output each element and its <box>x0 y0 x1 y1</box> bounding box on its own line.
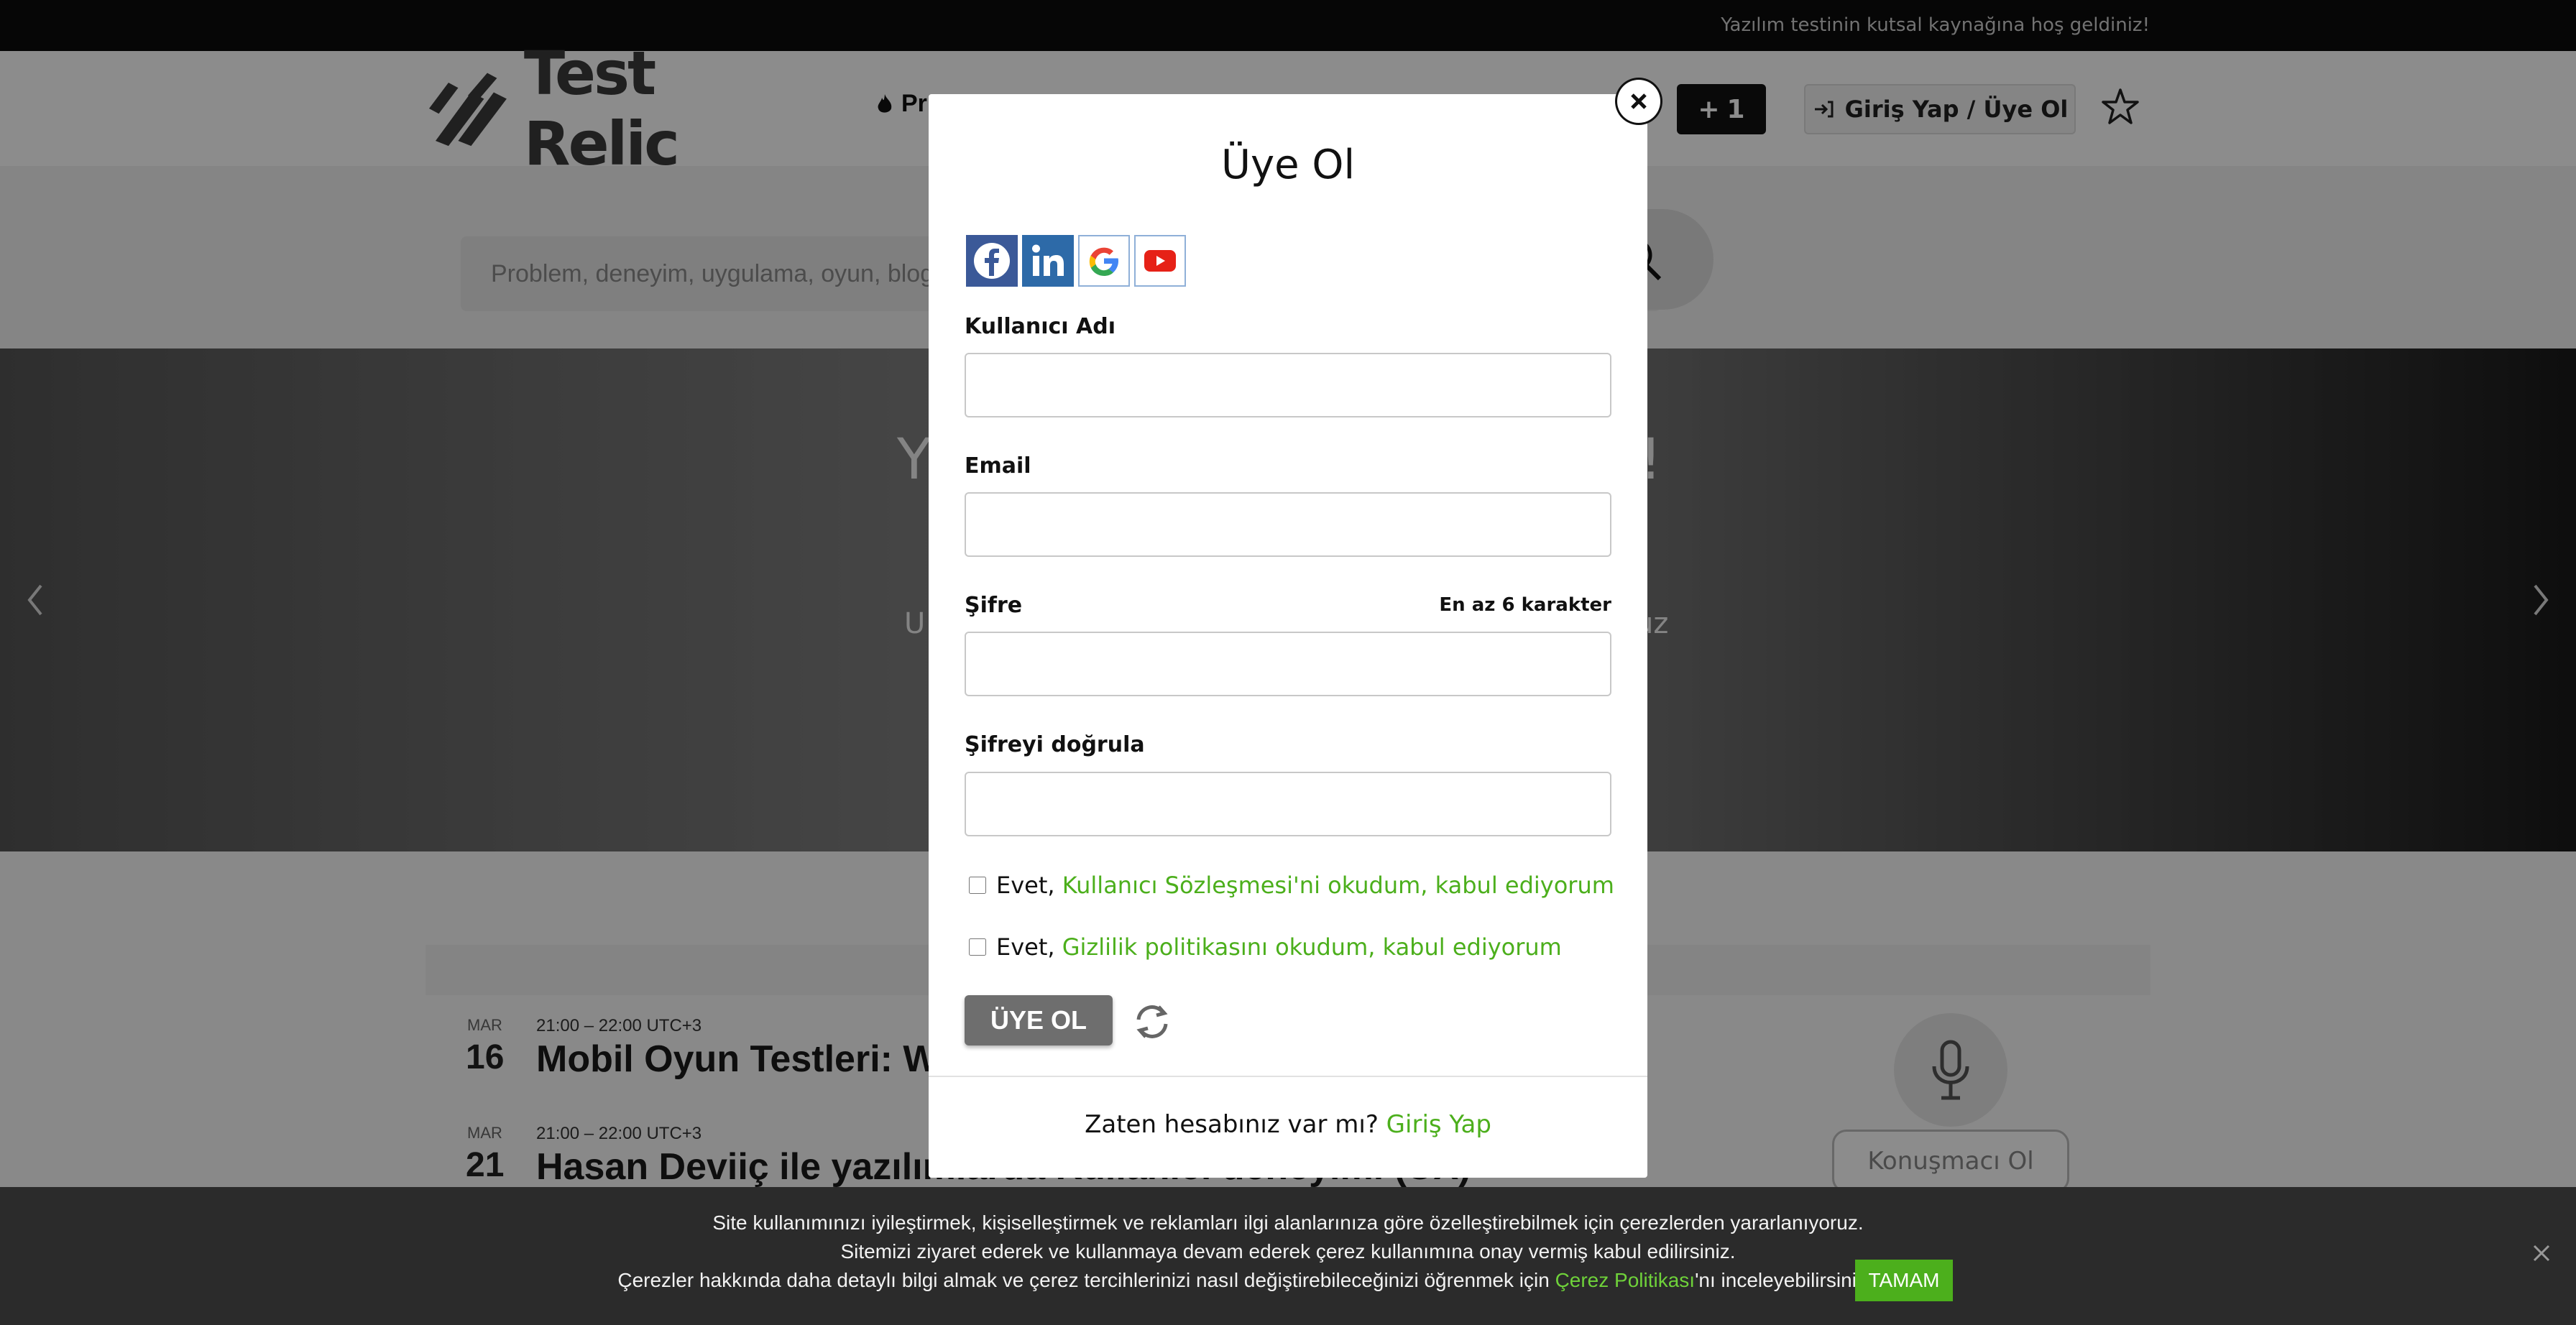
cookie-banner: Site kullanımınızı iyileştirmek, kişisel… <box>0 1187 2576 1325</box>
linkedin-login-button[interactable] <box>1022 235 1074 287</box>
confirm-password-label: Şifreyi doğrula <box>965 732 1145 757</box>
email-label: Email <box>965 453 1031 479</box>
username-field[interactable] <box>965 353 1611 417</box>
google-login-button[interactable] <box>1078 235 1130 287</box>
terms-link[interactable]: Kullanıcı Sözleşmesi'ni okudum, kabul ed… <box>1062 872 1614 899</box>
privacy-checkbox[interactable] <box>969 938 986 956</box>
terms-checkbox[interactable] <box>969 877 986 894</box>
login-link[interactable]: Giriş Yap <box>1386 1110 1491 1139</box>
modal-close-button[interactable] <box>1617 80 1660 123</box>
refresh-captcha-icon[interactable] <box>1131 1001 1173 1043</box>
signup-submit-button[interactable]: ÜYE OL <box>965 995 1113 1045</box>
terms-checkbox-row[interactable]: Evet, Kullanıcı Sözleşmesi'ni okudum, ka… <box>969 872 1614 899</box>
cookie-line3-prefix: Çerezler hakkında daha detaylı bilgi alm… <box>617 1269 1550 1291</box>
social-login-buttons <box>966 235 1186 287</box>
cookie-accept-button[interactable]: TAMAM <box>1855 1260 1953 1301</box>
cookie-line3-suffix: 'nı inceleyebilirsiniz. <box>1695 1269 1872 1291</box>
youtube-icon <box>1144 250 1176 272</box>
password-hint: En az 6 karakter <box>1439 594 1611 616</box>
privacy-agree-prefix: Evet, <box>996 933 1055 961</box>
privacy-checkbox-row[interactable]: Evet, Gizlilik politikasını okudum, kabu… <box>969 933 1562 961</box>
cookie-text-line1: Site kullanımınızı iyileştirmek, kişisel… <box>712 1211 1864 1234</box>
close-icon <box>1631 93 1647 109</box>
terms-agree-prefix: Evet, <box>996 872 1055 899</box>
confirm-password-field[interactable] <box>965 772 1611 836</box>
modal-title: Üye Ol <box>1220 142 1356 188</box>
linkedin-icon <box>1032 244 1064 276</box>
username-label: Kullanıcı Adı <box>965 314 1116 339</box>
close-icon <box>2533 1245 2550 1262</box>
privacy-link[interactable]: Gizlilik politikasını okudum, kabul ediy… <box>1062 933 1562 961</box>
cookie-policy-link[interactable]: Çerez Politikası <box>1555 1269 1696 1291</box>
google-icon <box>1089 247 1118 276</box>
password-label: Şifre <box>965 593 1023 618</box>
youtube-login-button[interactable] <box>1134 235 1186 287</box>
have-account-question: Zaten hesabınız var mı? <box>1085 1110 1379 1139</box>
have-account-text: Zaten hesabınız var mı? Giriş Yap <box>929 1110 1647 1139</box>
cookie-text-line3: Çerezler hakkında daha detaylı bilgi alm… <box>0 1269 2576 1292</box>
signup-modal: Üye Ol Kullanıcı Adı Email Şifre En az 6… <box>929 94 1647 1178</box>
facebook-login-button[interactable] <box>966 235 1018 287</box>
cookie-text-line2: Sitemizi ziyaret ederek ve kullanmaya de… <box>840 1240 1736 1262</box>
password-field[interactable] <box>965 632 1611 696</box>
modal-divider <box>929 1076 1647 1077</box>
email-field[interactable] <box>965 492 1611 557</box>
facebook-icon <box>974 243 1010 279</box>
cookie-close-button[interactable] <box>2527 1239 2556 1268</box>
